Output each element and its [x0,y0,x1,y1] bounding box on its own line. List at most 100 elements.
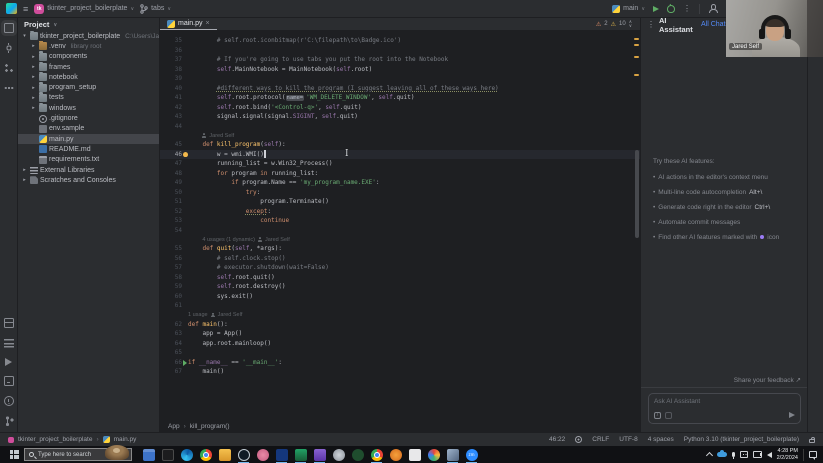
code-line-58[interactable]: 58 self.root.quit() [160,273,640,283]
run-config-selector[interactable]: main ∨ [612,4,645,13]
taskbar-app-zoom[interactable]: zm [465,448,478,463]
code-line-39[interactable]: 39 [160,74,640,84]
tree-item-requirements-txt[interactable]: requirements.txt [18,155,159,165]
code-line-51[interactable]: 51 program.Terminate() [160,197,640,207]
gear-icon[interactable] [575,436,583,443]
code-text[interactable]: def kill_program(self): [188,141,285,148]
code-text[interactable]: continue [188,217,289,224]
tree-item-notebook[interactable]: ▸ notebook [18,71,159,82]
editor-scrollbar[interactable] [633,32,640,418]
project-widget[interactable]: tk tkinter_project_boilerplate ∨ [34,3,134,14]
taskbar-app-terminal[interactable] [161,448,174,461]
line-number[interactable]: 50 [160,189,182,196]
line-number[interactable]: 41 [160,94,182,101]
attach-icon[interactable] [665,412,672,419]
chevron-collapsed-icon[interactable]: ▸ [21,167,28,173]
mic-tray-icon[interactable] [731,451,735,459]
code-line-62[interactable]: 62 def main(): [160,320,640,330]
line-number[interactable]: 43 [160,113,182,120]
code-line-60[interactable]: 60 sys.exit() [160,292,640,302]
taskbar-app-cube-app[interactable] [446,448,459,463]
chevron-collapsed-icon[interactable]: ▸ [30,64,37,70]
tree-item-tkinter-project-boilerplate[interactable]: ▾ tkinter_project_boilerplate C:\Users\Jar… [18,30,159,41]
line-number[interactable]: 40 [160,85,182,92]
line-number[interactable]: 67 [160,368,182,375]
code-text[interactable]: def quit(self, *args): [188,245,282,252]
code-line-64[interactable]: 64 app.root.mainloop() [160,339,640,349]
code-line-36[interactable]: 36 [160,46,640,56]
code-text[interactable]: except: [188,208,271,215]
debug-button[interactable] [667,4,675,13]
code-line-46[interactable]: 46 w = wmi.WMI() [160,149,640,159]
code-line-41[interactable]: 41 self.root.protocol(name= 'WM_DELETE_WI… [160,93,640,103]
caret-position[interactable]: 46:22 [549,436,565,443]
line-number[interactable]: 61 [160,302,182,309]
code-text[interactable]: # self.clock.stop() [188,255,286,262]
code-line-42[interactable]: 42 self.root.bind('<Control-q>', self.qu… [160,103,640,113]
code-line-54[interactable]: 54 [160,226,640,236]
commit-tool-icon[interactable] [3,43,14,53]
line-number[interactable]: 58 [160,274,182,281]
line-number[interactable]: 45 [160,141,182,148]
line-number[interactable]: 53 [160,217,182,224]
line-number[interactable]: 55 [160,245,182,252]
code-text[interactable]: self.MainNotebook = MainNotebook(self.ro… [188,66,372,73]
taskbar-app-purple-app[interactable] [313,448,326,463]
run-line-icon[interactable] [183,360,187,366]
line-number[interactable]: 51 [160,198,182,205]
line-number[interactable]: 39 [160,75,182,82]
main-menu-icon[interactable]: ≡ [23,4,28,14]
ai-chat-input[interactable] [649,394,800,423]
taskbar-app-edge[interactable] [180,448,193,461]
line-number[interactable]: 65 [160,349,182,356]
line-number[interactable]: 57 [160,264,182,271]
line-number[interactable]: 36 [160,47,182,54]
taskbar-app-blue-f-app[interactable] [275,448,288,463]
chevron-down-icon[interactable]: ∨ [53,22,57,28]
code-text[interactable]: try: [188,189,260,196]
code-line-53[interactable]: 53 continue [160,216,640,226]
chevron-collapsed-icon[interactable]: ▸ [30,95,37,101]
taskbar-app-white-app[interactable] [408,448,421,461]
code-text[interactable]: signal.signal(signal.SIGINT, self.quit) [188,113,358,120]
services-tool-icon[interactable] [3,338,14,348]
taskbar-app-round-app[interactable] [332,448,345,461]
line-number[interactable]: 56 [160,255,182,262]
taskbar-app-green-app[interactable] [351,448,364,461]
project-tool-icon[interactable] [0,20,17,36]
code-text[interactable]: if program.Name == 'my_program_name.EXE'… [188,179,379,186]
line-number[interactable]: 63 [160,330,182,337]
chevron-expanded-icon[interactable]: ▾ [21,33,28,39]
send-icon[interactable] [789,412,795,418]
tree-item-external-libraries[interactable]: ▸ External Libraries [18,165,159,175]
line-number[interactable]: 44 [160,123,182,130]
python-interpreter[interactable]: Python 3.10 (tkinter_project_boilerplate… [684,436,799,443]
code-text[interactable]: self.root.quit() [188,274,275,281]
code-line-61[interactable]: 61 [160,301,640,311]
tree-item-scratches-and-consoles[interactable]: ▸ Scratches and Consoles [18,175,159,185]
intention-bulb-icon[interactable] [182,151,188,157]
taskbar-app-orange-app[interactable] [389,448,402,461]
tree-item--venv[interactable]: ▸ .venv library root [18,40,159,51]
cloud-tray-icon[interactable] [716,449,727,457]
all-chats-link[interactable]: All Chats [701,21,729,28]
taskbar-app-chrome[interactable] [199,448,212,461]
tree-item--gitignore[interactable]: .gitignore [18,113,159,123]
line-number[interactable]: 46 [160,151,182,158]
inspections-widget[interactable]: ⚠ 2 ⚠ 10 ∧ ∨ [596,19,640,28]
tree-item-program-setup[interactable]: ▸ program_setup [18,82,159,92]
code-line-49[interactable]: 49 if program.Name == 'my_program_name.E… [160,178,640,188]
code-line-55[interactable]: 55 def quit(self, *args): [160,244,640,254]
usages-hint[interactable]: 4 usages (1 dynamic) [202,237,255,243]
code-text[interactable]: # executor.shutdown(wait=False) [188,264,329,271]
code-text[interactable]: app.root.mainloop() [188,340,271,347]
taskbar-app-chrome-2[interactable] [370,448,383,463]
code-line-66[interactable]: 66 if __name__ == '__main__': [160,358,640,368]
commands-icon[interactable]: / [654,412,661,419]
code-text[interactable]: running_list = w.Win32_Process() [188,160,333,167]
line-number[interactable]: 38 [160,66,182,73]
code-text[interactable]: w = wmi.WMI() [188,150,266,158]
code-line-67[interactable]: 67 main() [160,367,640,377]
tree-item-tests[interactable]: ▸ tests [18,92,159,103]
code-text[interactable]: program.Terminate() [188,198,329,205]
